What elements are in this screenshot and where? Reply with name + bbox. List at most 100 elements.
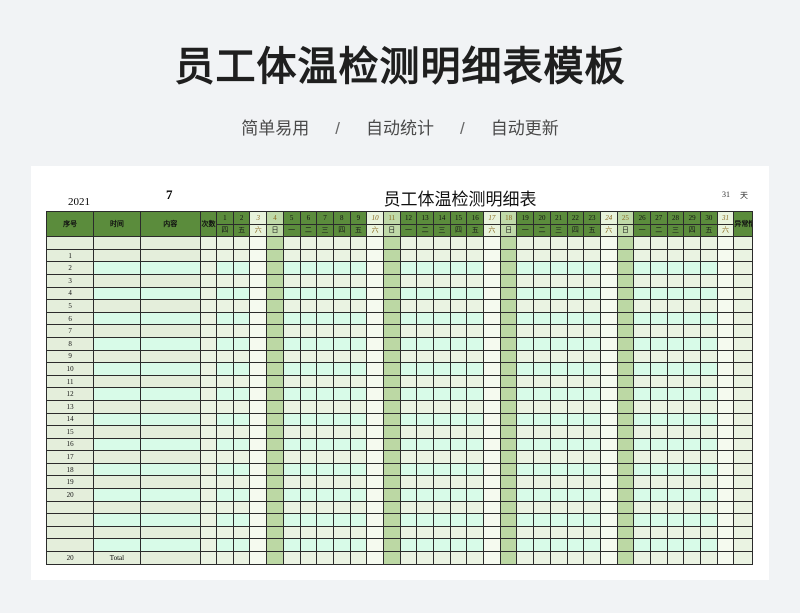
temperature-cell[interactable] xyxy=(416,273,435,288)
temperature-cell[interactable] xyxy=(216,349,234,364)
temperature-cell[interactable] xyxy=(416,475,435,490)
temperature-cell[interactable] xyxy=(516,349,535,364)
temperature-cell[interactable] xyxy=(449,387,468,401)
temperature-cell[interactable] xyxy=(366,299,384,313)
temperature-cell[interactable] xyxy=(599,362,618,376)
temperature-cell[interactable] xyxy=(349,500,368,515)
temperature-cell[interactable] xyxy=(583,324,601,338)
temperature-cell[interactable] xyxy=(399,475,418,490)
temperature-cell[interactable] xyxy=(499,374,518,389)
temperature-cell[interactable] xyxy=(382,299,401,313)
temperature-cell[interactable] xyxy=(683,349,702,364)
temperature-cell[interactable] xyxy=(266,475,284,490)
temperature-cell[interactable] xyxy=(366,513,384,527)
temperature-cell[interactable] xyxy=(266,399,284,414)
temperature-cell[interactable] xyxy=(716,538,735,553)
temperature-cell[interactable] xyxy=(716,488,735,502)
temperature-cell[interactable] xyxy=(266,538,284,553)
temperature-cell[interactable] xyxy=(683,425,702,439)
temperature-cell[interactable] xyxy=(216,299,234,313)
count-cell[interactable] xyxy=(199,500,218,515)
temperature-cell[interactable] xyxy=(700,525,718,540)
temperature-cell[interactable] xyxy=(466,336,485,351)
temperature-cell[interactable] xyxy=(633,324,651,338)
temperature-cell[interactable] xyxy=(716,261,735,275)
temperature-cell[interactable] xyxy=(449,273,468,288)
grid-cell[interactable] xyxy=(399,236,418,250)
count-cell[interactable] xyxy=(199,286,218,301)
temperature-cell[interactable] xyxy=(399,437,418,452)
temperature-cell[interactable] xyxy=(700,450,718,464)
temperature-cell[interactable] xyxy=(549,273,568,288)
temperature-cell[interactable] xyxy=(232,425,251,439)
temperature-cell[interactable] xyxy=(382,362,401,376)
grid-cell[interactable] xyxy=(566,236,585,250)
temperature-cell[interactable] xyxy=(700,362,718,376)
temperature-cell[interactable] xyxy=(332,286,351,301)
temperature-cell[interactable] xyxy=(316,412,334,427)
temperature-cell[interactable] xyxy=(466,450,485,464)
temperature-cell[interactable] xyxy=(299,475,318,490)
grid-cell[interactable] xyxy=(499,236,518,250)
temperature-cell[interactable] xyxy=(399,273,418,288)
temperature-cell[interactable] xyxy=(483,374,501,389)
temperature-cell[interactable] xyxy=(266,412,284,427)
temperature-cell[interactable] xyxy=(583,525,601,540)
temperature-cell[interactable] xyxy=(266,299,284,313)
temperature-cell[interactable] xyxy=(666,387,685,401)
count-cell[interactable] xyxy=(199,273,218,288)
grid-cell[interactable] xyxy=(533,236,551,250)
temperature-cell[interactable] xyxy=(533,374,551,389)
temperature-cell[interactable] xyxy=(649,525,668,540)
temperature-cell[interactable] xyxy=(349,374,368,389)
temperature-cell[interactable] xyxy=(549,412,568,427)
temperature-cell[interactable] xyxy=(599,513,618,527)
grid-cell[interactable] xyxy=(583,236,601,250)
count-cell[interactable] xyxy=(199,336,218,351)
temperature-cell[interactable] xyxy=(433,248,451,263)
temperature-cell[interactable] xyxy=(382,538,401,553)
temperature-cell[interactable] xyxy=(316,387,334,401)
content-cell[interactable] xyxy=(139,425,201,439)
temperature-cell[interactable] xyxy=(566,311,585,326)
temperature-cell[interactable] xyxy=(382,513,401,527)
time-cell[interactable] xyxy=(93,311,141,326)
temperature-cell[interactable] xyxy=(316,324,334,338)
temperature-cell[interactable] xyxy=(499,500,518,515)
temperature-cell[interactable] xyxy=(382,324,401,338)
temperature-cell[interactable] xyxy=(549,349,568,364)
temperature-cell[interactable] xyxy=(332,450,351,464)
temperature-cell[interactable] xyxy=(249,475,268,490)
temperature-cell[interactable] xyxy=(633,248,651,263)
temperature-cell[interactable] xyxy=(716,437,735,452)
count-cell[interactable] xyxy=(199,425,218,439)
temperature-cell[interactable] xyxy=(549,362,568,376)
temperature-cell[interactable] xyxy=(266,500,284,515)
temperature-cell[interactable] xyxy=(433,462,451,477)
temperature-cell[interactable] xyxy=(299,261,318,275)
temperature-cell[interactable] xyxy=(516,324,535,338)
temperature-cell[interactable] xyxy=(416,500,435,515)
temperature-cell[interactable] xyxy=(282,261,301,275)
temperature-cell[interactable] xyxy=(449,362,468,376)
temperature-cell[interactable] xyxy=(566,437,585,452)
grid-cell[interactable] xyxy=(733,236,753,250)
temperature-cell[interactable] xyxy=(716,362,735,376)
temperature-cell[interactable] xyxy=(232,299,251,313)
temperature-cell[interactable] xyxy=(282,475,301,490)
temperature-cell[interactable] xyxy=(633,299,651,313)
temperature-cell[interactable] xyxy=(700,261,718,275)
temperature-cell[interactable] xyxy=(266,525,284,540)
temperature-cell[interactable] xyxy=(382,336,401,351)
count-cell[interactable] xyxy=(199,324,218,338)
temperature-cell[interactable] xyxy=(416,450,435,464)
temperature-cell[interactable] xyxy=(516,488,535,502)
temperature-cell[interactable] xyxy=(499,261,518,275)
temperature-cell[interactable] xyxy=(449,500,468,515)
temperature-cell[interactable] xyxy=(683,248,702,263)
temperature-cell[interactable] xyxy=(549,450,568,464)
temperature-cell[interactable] xyxy=(499,399,518,414)
temperature-cell[interactable] xyxy=(649,362,668,376)
grid-cell[interactable] xyxy=(216,236,234,250)
temperature-cell[interactable] xyxy=(499,362,518,376)
